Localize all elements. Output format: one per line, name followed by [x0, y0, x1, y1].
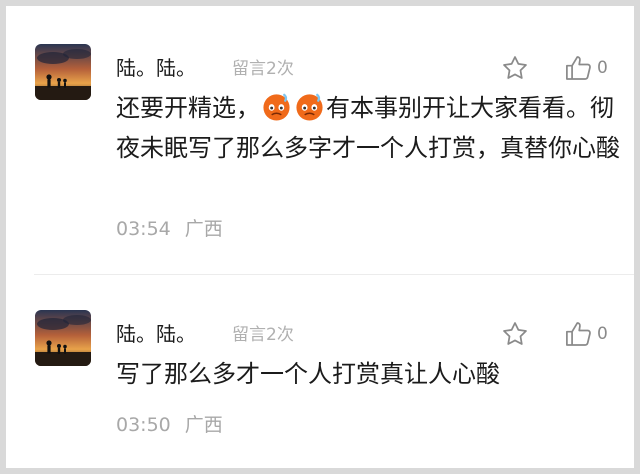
star-icon: [503, 56, 527, 79]
comment-time: 03:54: [116, 218, 171, 240]
like-count: 0: [597, 58, 608, 78]
comment-item: 陆。陆。 留言2次 0 写了那么多才一个人打赏真让人心酸 03:50 广西: [6, 276, 634, 468]
star-icon: [503, 322, 527, 345]
hot-face-emoji-icon: [263, 93, 290, 121]
comment-item: 陆。陆。 留言2次 0 还要开精选， 有本事别开让大家看看。彻夜未眠写了那么多字才…: [6, 6, 634, 274]
reply-count: 留言2次: [232, 59, 294, 79]
like-button[interactable]: 0: [564, 320, 608, 348]
avatar[interactable]: [35, 310, 91, 366]
comment-location: 广西: [184, 414, 223, 436]
like-button[interactable]: 0: [564, 54, 608, 82]
favorite-button[interactable]: [501, 320, 529, 348]
like-count: 0: [597, 324, 608, 344]
comment-text-part: 还要开精选，: [116, 94, 260, 122]
hot-face-emoji-icon: [296, 93, 323, 121]
comment-text: 写了那么多才一个人打赏真让人心酸: [116, 360, 500, 388]
username[interactable]: 陆。陆。: [116, 52, 196, 81]
comment-meta: 03:50 广西: [116, 410, 223, 437]
username[interactable]: 陆。陆。: [116, 318, 196, 347]
thumbs-up-icon: [566, 322, 591, 346]
comment-location: 广西: [184, 218, 223, 240]
avatar[interactable]: [35, 44, 91, 100]
comment-meta: 03:54 广西: [116, 214, 223, 241]
reply-count: 留言2次: [232, 325, 294, 345]
comment-text: 还要开精选， 有本事别开让大家看看。彻夜未眠写了那么多字才一个人打赏，真替你心酸: [116, 88, 626, 168]
comment-list: 陆。陆。 留言2次 0 还要开精选， 有本事别开让大家看看。彻夜未眠写了那么多字才…: [6, 6, 634, 468]
divider: [34, 274, 634, 275]
thumbs-up-icon: [566, 56, 591, 80]
favorite-button[interactable]: [501, 54, 529, 82]
comment-time: 03:50: [116, 414, 171, 436]
